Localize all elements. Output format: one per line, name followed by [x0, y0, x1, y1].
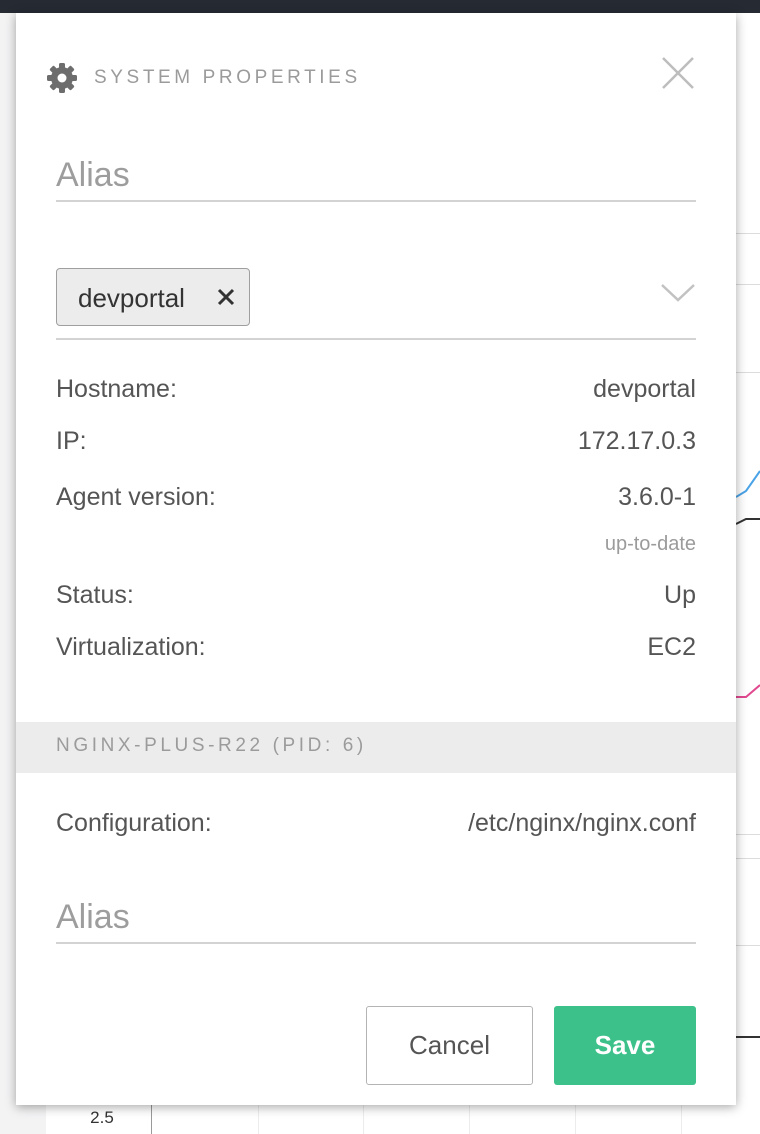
property-value: 172.17.0.3	[577, 427, 696, 455]
property-label: Virtualization:	[56, 633, 206, 661]
alias-input[interactable]	[56, 150, 696, 200]
property-label: Hostname:	[56, 375, 177, 403]
grid-line	[258, 1104, 259, 1134]
property-label: Configuration:	[56, 809, 212, 837]
property-value: devportal	[593, 375, 696, 403]
chevron-down-icon[interactable]	[660, 282, 696, 304]
alias-field	[56, 150, 696, 202]
save-button[interactable]: Save	[554, 1006, 696, 1085]
agent-version-status: up-to-date	[604, 533, 696, 555]
property-value: /etc/nginx/nginx.conf	[468, 809, 696, 837]
gear-icon	[46, 62, 78, 94]
tag-label: devportal	[78, 283, 185, 313]
grid-line	[681, 1104, 682, 1134]
chart-y-axis	[151, 1104, 152, 1134]
tag-select[interactable]: devportal	[56, 268, 696, 340]
cancel-button[interactable]: Cancel	[366, 1006, 533, 1085]
grid-line	[363, 1104, 364, 1134]
bottom-chart-panel	[46, 1104, 760, 1134]
close-icon[interactable]	[660, 55, 696, 91]
property-row-status: Status: Up	[56, 581, 696, 615]
modal-title: SYSTEM PROPERTIES	[94, 67, 361, 88]
y-axis-tick-label: 2.5	[90, 1108, 114, 1127]
property-label: IP:	[56, 427, 87, 455]
property-value: Up	[664, 581, 696, 609]
background-chart-lines	[736, 470, 760, 1038]
modal-header: SYSTEM PROPERTIES	[46, 63, 361, 93]
property-row-hostname: Hostname: devportal	[56, 375, 696, 409]
chart-series-line	[736, 684, 760, 698]
nginx-alias-input[interactable]	[56, 892, 696, 942]
nginx-alias-field	[56, 892, 696, 944]
property-value: 3.6.0-1	[618, 483, 696, 511]
system-properties-modal: SYSTEM PROPERTIES devportal Hostname: de…	[16, 13, 736, 1105]
close-button[interactable]	[660, 55, 696, 91]
tag-remove-button[interactable]	[217, 288, 235, 306]
chart-series-line	[736, 470, 760, 498]
property-label: Agent version:	[56, 483, 216, 511]
property-row-ip: IP: 172.17.0.3	[56, 427, 696, 461]
property-value: EC2	[647, 633, 696, 661]
dropdown-toggle[interactable]	[660, 282, 696, 304]
property-row-agent-version: Agent version: 3.6.0-1	[56, 483, 696, 517]
x-icon[interactable]	[217, 288, 235, 306]
property-row-virtualization: Virtualization: EC2	[56, 633, 696, 667]
property-row-configuration: Configuration: /etc/nginx/nginx.conf	[56, 809, 696, 843]
tag-chip: devportal	[56, 268, 250, 326]
chart-series-line	[736, 518, 760, 525]
nginx-section-header: NGINX-PLUS-R22 (PID: 6)	[16, 722, 736, 773]
grid-line	[575, 1104, 576, 1134]
nginx-section-title: NGINX-PLUS-R22 (PID: 6)	[56, 735, 367, 756]
property-label: Status:	[56, 581, 134, 609]
top-navigation-bar	[0, 0, 760, 13]
grid-line	[469, 1104, 470, 1134]
